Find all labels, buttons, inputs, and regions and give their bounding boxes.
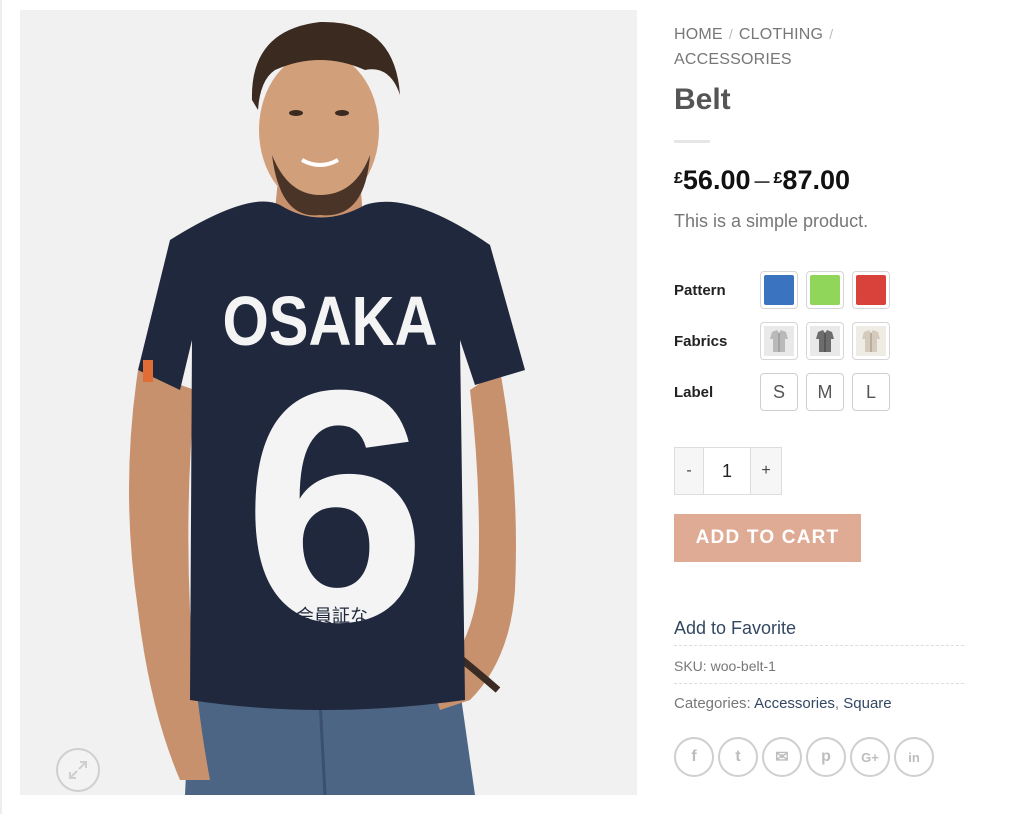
sku: SKU: woo-belt-1: [674, 658, 964, 684]
product-summary: HOME / CLOTHING / ACCESSORIES Belt £56.00– £8…: [674, 22, 964, 232]
category-link-square[interactable]: Square: [843, 695, 891, 712]
quantity-stepper: - 1 +: [674, 447, 782, 495]
facebook-glyph: f: [691, 748, 697, 765]
fabric-swatch-dark-gray[interactable]: [806, 322, 844, 360]
add-to-cart-button[interactable]: ADD TO CART: [674, 514, 861, 562]
price-max: 87.00: [782, 165, 850, 195]
product-description: This is a simple product.: [674, 211, 869, 231]
shirt-icon: [810, 326, 840, 356]
size-option-s[interactable]: S: [760, 373, 798, 411]
categories: Categories: Accessories, Square: [674, 695, 964, 712]
shirt-print-subtext: 会員証な: [296, 606, 368, 627]
categories-label: Categories:: [674, 695, 751, 712]
pattern-row: Pattern: [674, 271, 898, 309]
breadcrumb-accessories[interactable]: ACCESSORIES: [674, 51, 792, 68]
shirt-print-number: 6: [243, 321, 427, 690]
label-row: Label S M L: [674, 373, 898, 411]
twitter-icon[interactable]: t: [718, 737, 758, 777]
product-price: £56.00– £87.00: [674, 163, 964, 197]
swatch-color: [764, 275, 794, 305]
fabric-swatch-light-gray[interactable]: [760, 322, 798, 360]
title-divider: [674, 140, 710, 143]
pinterest-glyph: p: [821, 748, 831, 765]
swatch-color: [810, 275, 840, 305]
linkedin-glyph: in: [908, 749, 920, 765]
expand-icon: [67, 759, 89, 781]
size-option-l[interactable]: L: [852, 373, 890, 411]
fabric-swatch-beige[interactable]: [852, 322, 890, 360]
category-link-accessories[interactable]: Accessories: [754, 695, 835, 712]
fabrics-row: Fabrics: [674, 322, 898, 360]
pattern-swatch-green[interactable]: [806, 271, 844, 309]
price-currency: £: [773, 170, 783, 187]
product-photo: OSAKA 6 会員証な: [20, 10, 637, 795]
product-image[interactable]: OSAKA 6 会員証な: [20, 10, 637, 795]
email-icon[interactable]: ✉: [762, 737, 802, 777]
breadcrumb-separator: /: [728, 26, 733, 42]
pattern-swatch-red[interactable]: [852, 271, 890, 309]
linkedin-icon[interactable]: in: [894, 737, 934, 777]
google-plus-icon[interactable]: G+: [850, 737, 890, 777]
email-glyph: ✉: [775, 749, 789, 766]
sku-label: SKU:: [674, 658, 707, 674]
breadcrumb-clothing[interactable]: CLOTHING: [739, 26, 823, 43]
quantity-plus-button[interactable]: +: [750, 447, 782, 495]
twitter-glyph: t: [735, 748, 741, 765]
size-label: Label: [674, 383, 714, 401]
share-icons: f t ✉ p G+ in: [674, 737, 938, 777]
sku-value: woo-belt-1: [710, 658, 776, 674]
facebook-icon[interactable]: f: [674, 737, 714, 777]
quantity-minus-button[interactable]: -: [674, 447, 704, 495]
price-min: 56.00: [682, 165, 751, 195]
product-title: Belt: [674, 83, 731, 116]
pinterest-icon[interactable]: p: [806, 737, 846, 777]
shirt-icon: [764, 326, 794, 356]
shirt-icon: [856, 326, 886, 356]
size-option-m[interactable]: M: [806, 373, 844, 411]
fabrics-label: Fabrics: [674, 332, 728, 350]
add-to-favorite-link[interactable]: Add to Favorite: [674, 618, 964, 646]
breadcrumb: HOME / CLOTHING / ACCESSORIES: [674, 22, 964, 72]
price-currency: £: [674, 170, 683, 187]
google-plus-glyph: G+: [861, 749, 879, 765]
breadcrumb-separator: /: [829, 26, 834, 42]
breadcrumb-home[interactable]: HOME: [674, 26, 723, 43]
quantity-input[interactable]: 1: [704, 447, 750, 495]
categories-separator: ,: [834, 695, 840, 712]
zoom-button[interactable]: [56, 748, 100, 792]
price-dash: –: [754, 165, 770, 195]
pattern-label: Pattern: [674, 281, 726, 299]
pattern-swatch-blue[interactable]: [760, 271, 798, 309]
left-border: [0, 0, 2, 814]
swatch-color: [856, 275, 886, 305]
